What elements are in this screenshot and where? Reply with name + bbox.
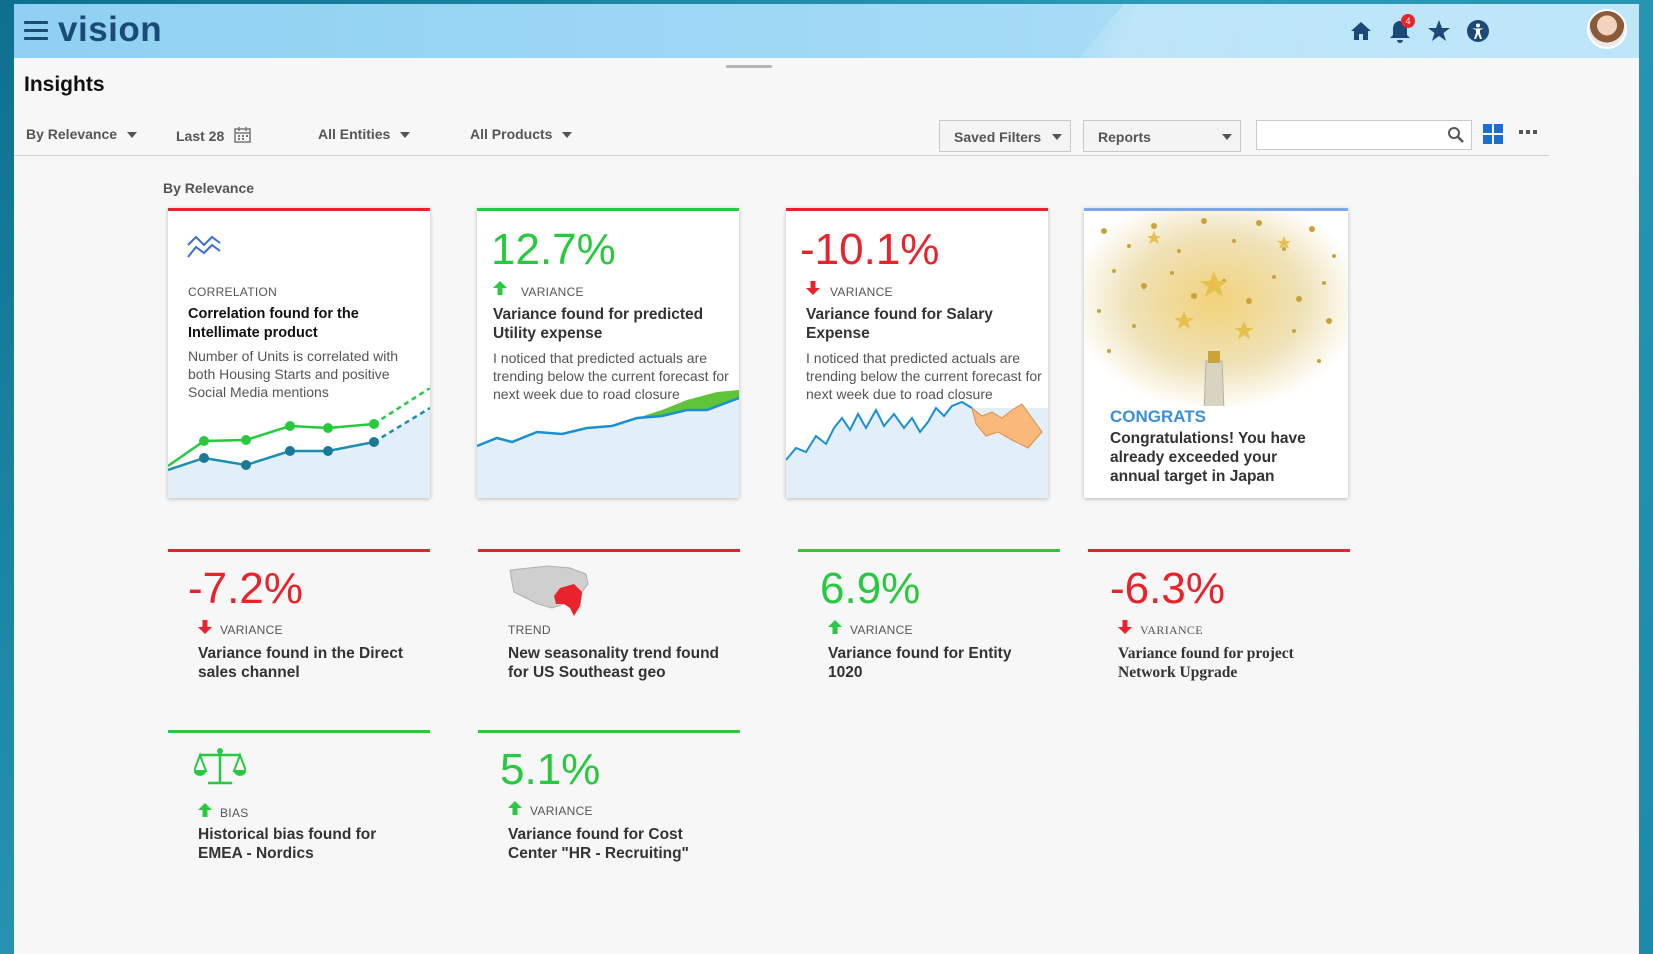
insight-tile-entity[interactable]: 6.9% VARIANCE Variance found for Entity … (798, 549, 1060, 699)
variance-value: -6.3% (1110, 564, 1225, 613)
chevron-down-icon (1222, 134, 1232, 140)
period-label: Last 28 (176, 128, 225, 144)
chevron-down-icon (562, 132, 573, 139)
tile-category: VARIANCE (220, 623, 283, 637)
menu-icon[interactable] (24, 21, 48, 41)
card-title: Congratulations! You have already exceed… (1110, 430, 1306, 485)
tile-title: Variance found for Cost Center "HR - Rec… (508, 826, 689, 862)
insight-card-congrats[interactable]: CONGRATS Congratulations! You have alrea… (1084, 208, 1348, 498)
arrow-down-icon (1118, 620, 1132, 634)
more-options-icon[interactable] (1519, 130, 1537, 135)
tile-category: VARIANCE (850, 623, 913, 637)
card-title: Correlation found for the Intellimate pr… (188, 306, 359, 341)
tile-category: VARIANCE (1140, 623, 1203, 637)
card-category: CONGRATS (1110, 407, 1207, 426)
salary-variance-chart (786, 400, 1048, 498)
card-category: VARIANCE (521, 285, 584, 299)
tile-title: New seasonality trend found for US South… (508, 645, 720, 681)
search-input[interactable] (1257, 121, 1437, 149)
products-label: All Products (470, 126, 553, 142)
balance-scale-icon (194, 748, 246, 785)
insight-tile-network-upgrade[interactable]: -6.3% VARIANCE Variance found for projec… (1088, 549, 1350, 699)
arrow-up-icon (828, 620, 842, 634)
reports-label: Reports (1098, 129, 1151, 145)
home-icon[interactable] (1346, 16, 1376, 46)
grid-view-icon[interactable] (1483, 124, 1503, 144)
tile-title: Variance found for project Network Upgra… (1118, 645, 1294, 681)
chevron-down-icon (127, 132, 138, 139)
notification-badge: 4 (1401, 14, 1415, 28)
variance-value: 6.9% (820, 564, 921, 613)
variance-value: 12.7% (491, 225, 616, 274)
us-map-icon (509, 565, 589, 616)
tile-title: Variance found in the Direct sales chann… (198, 645, 403, 681)
correlation-icon (187, 235, 221, 258)
bell-icon[interactable]: 4 (1385, 14, 1415, 46)
card-category: VARIANCE (830, 285, 893, 299)
app-logo[interactable]: vision (58, 10, 162, 50)
correlation-chart (168, 388, 430, 498)
saved-filters-dropdown[interactable]: Saved Filters (939, 120, 1071, 152)
accessibility-icon[interactable] (1463, 16, 1493, 46)
chevron-down-icon (400, 132, 411, 139)
arrow-down-icon (198, 620, 212, 634)
app-window: vision 4 Insights By Relevance Last 28 A… (14, 4, 1639, 954)
insight-tile-seasonality[interactable]: TREND New seasonality trend found for US… (478, 549, 740, 699)
card-title: Variance found for predicted Utility exp… (493, 306, 704, 342)
relevance-label: By Relevance (26, 126, 118, 142)
tile-title: Historical bias found for EMEA - Nordics (198, 826, 377, 862)
insight-card-correlation[interactable]: CORRELATION Correlation found for the In… (168, 208, 430, 498)
insight-tile-direct-sales[interactable]: -7.2% VARIANCE Variance found in the Dir… (168, 549, 430, 699)
arrow-up-icon (198, 803, 212, 817)
star-icon[interactable] (1424, 16, 1454, 46)
insight-tile-cost-center[interactable]: 5.1% VARIANCE Variance found for Cost Ce… (478, 730, 740, 880)
entities-label: All Entities (318, 126, 391, 142)
filter-bar: By Relevance Last 28 All Entities All Pr… (14, 116, 1549, 156)
tile-category: TREND (508, 623, 551, 637)
saved-filters-label: Saved Filters (954, 129, 1042, 145)
variance-value: 5.1% (500, 745, 601, 794)
page-title: Insights (24, 73, 105, 96)
card-category: CORRELATION (188, 285, 278, 299)
arrow-up-icon (493, 281, 507, 295)
reports-dropdown[interactable]: Reports (1083, 120, 1241, 152)
insight-card-utility-variance[interactable]: 12.7% VARIANCE Variance found for predic… (477, 208, 739, 498)
insight-card-salary-variance[interactable]: -10.1% VARIANCE Variance found for Salar… (786, 208, 1048, 498)
variance-value: -10.1% (800, 225, 940, 274)
insight-tile-bias[interactable]: BIAS Historical bias found for EMEA - No… (168, 730, 430, 880)
card-title: Variance found for Salary Expense (806, 306, 993, 342)
variance-value: -7.2% (188, 564, 303, 613)
search-icon[interactable] (1447, 126, 1465, 144)
celebration-image (1084, 211, 1348, 411)
tile-category: BIAS (220, 806, 249, 820)
user-avatar[interactable] (1587, 9, 1627, 49)
relevance-dropdown[interactable]: By Relevance (26, 126, 138, 142)
top-header: vision 4 (14, 4, 1639, 58)
utility-variance-chart (477, 390, 739, 498)
tile-category: VARIANCE (530, 804, 593, 818)
calendar-icon[interactable] (234, 126, 251, 146)
tile-title: Variance found for Entity 1020 (828, 645, 1012, 681)
arrow-up-icon (508, 801, 522, 815)
chevron-down-icon (1052, 134, 1062, 140)
arrow-down-icon (806, 281, 820, 295)
section-label: By Relevance (163, 180, 255, 196)
period-picker[interactable]: Last 28 (176, 126, 251, 146)
search-field[interactable] (1256, 120, 1472, 150)
products-dropdown[interactable]: All Products (470, 126, 573, 142)
drag-handle[interactable] (726, 65, 772, 68)
entities-dropdown[interactable]: All Entities (318, 126, 411, 142)
